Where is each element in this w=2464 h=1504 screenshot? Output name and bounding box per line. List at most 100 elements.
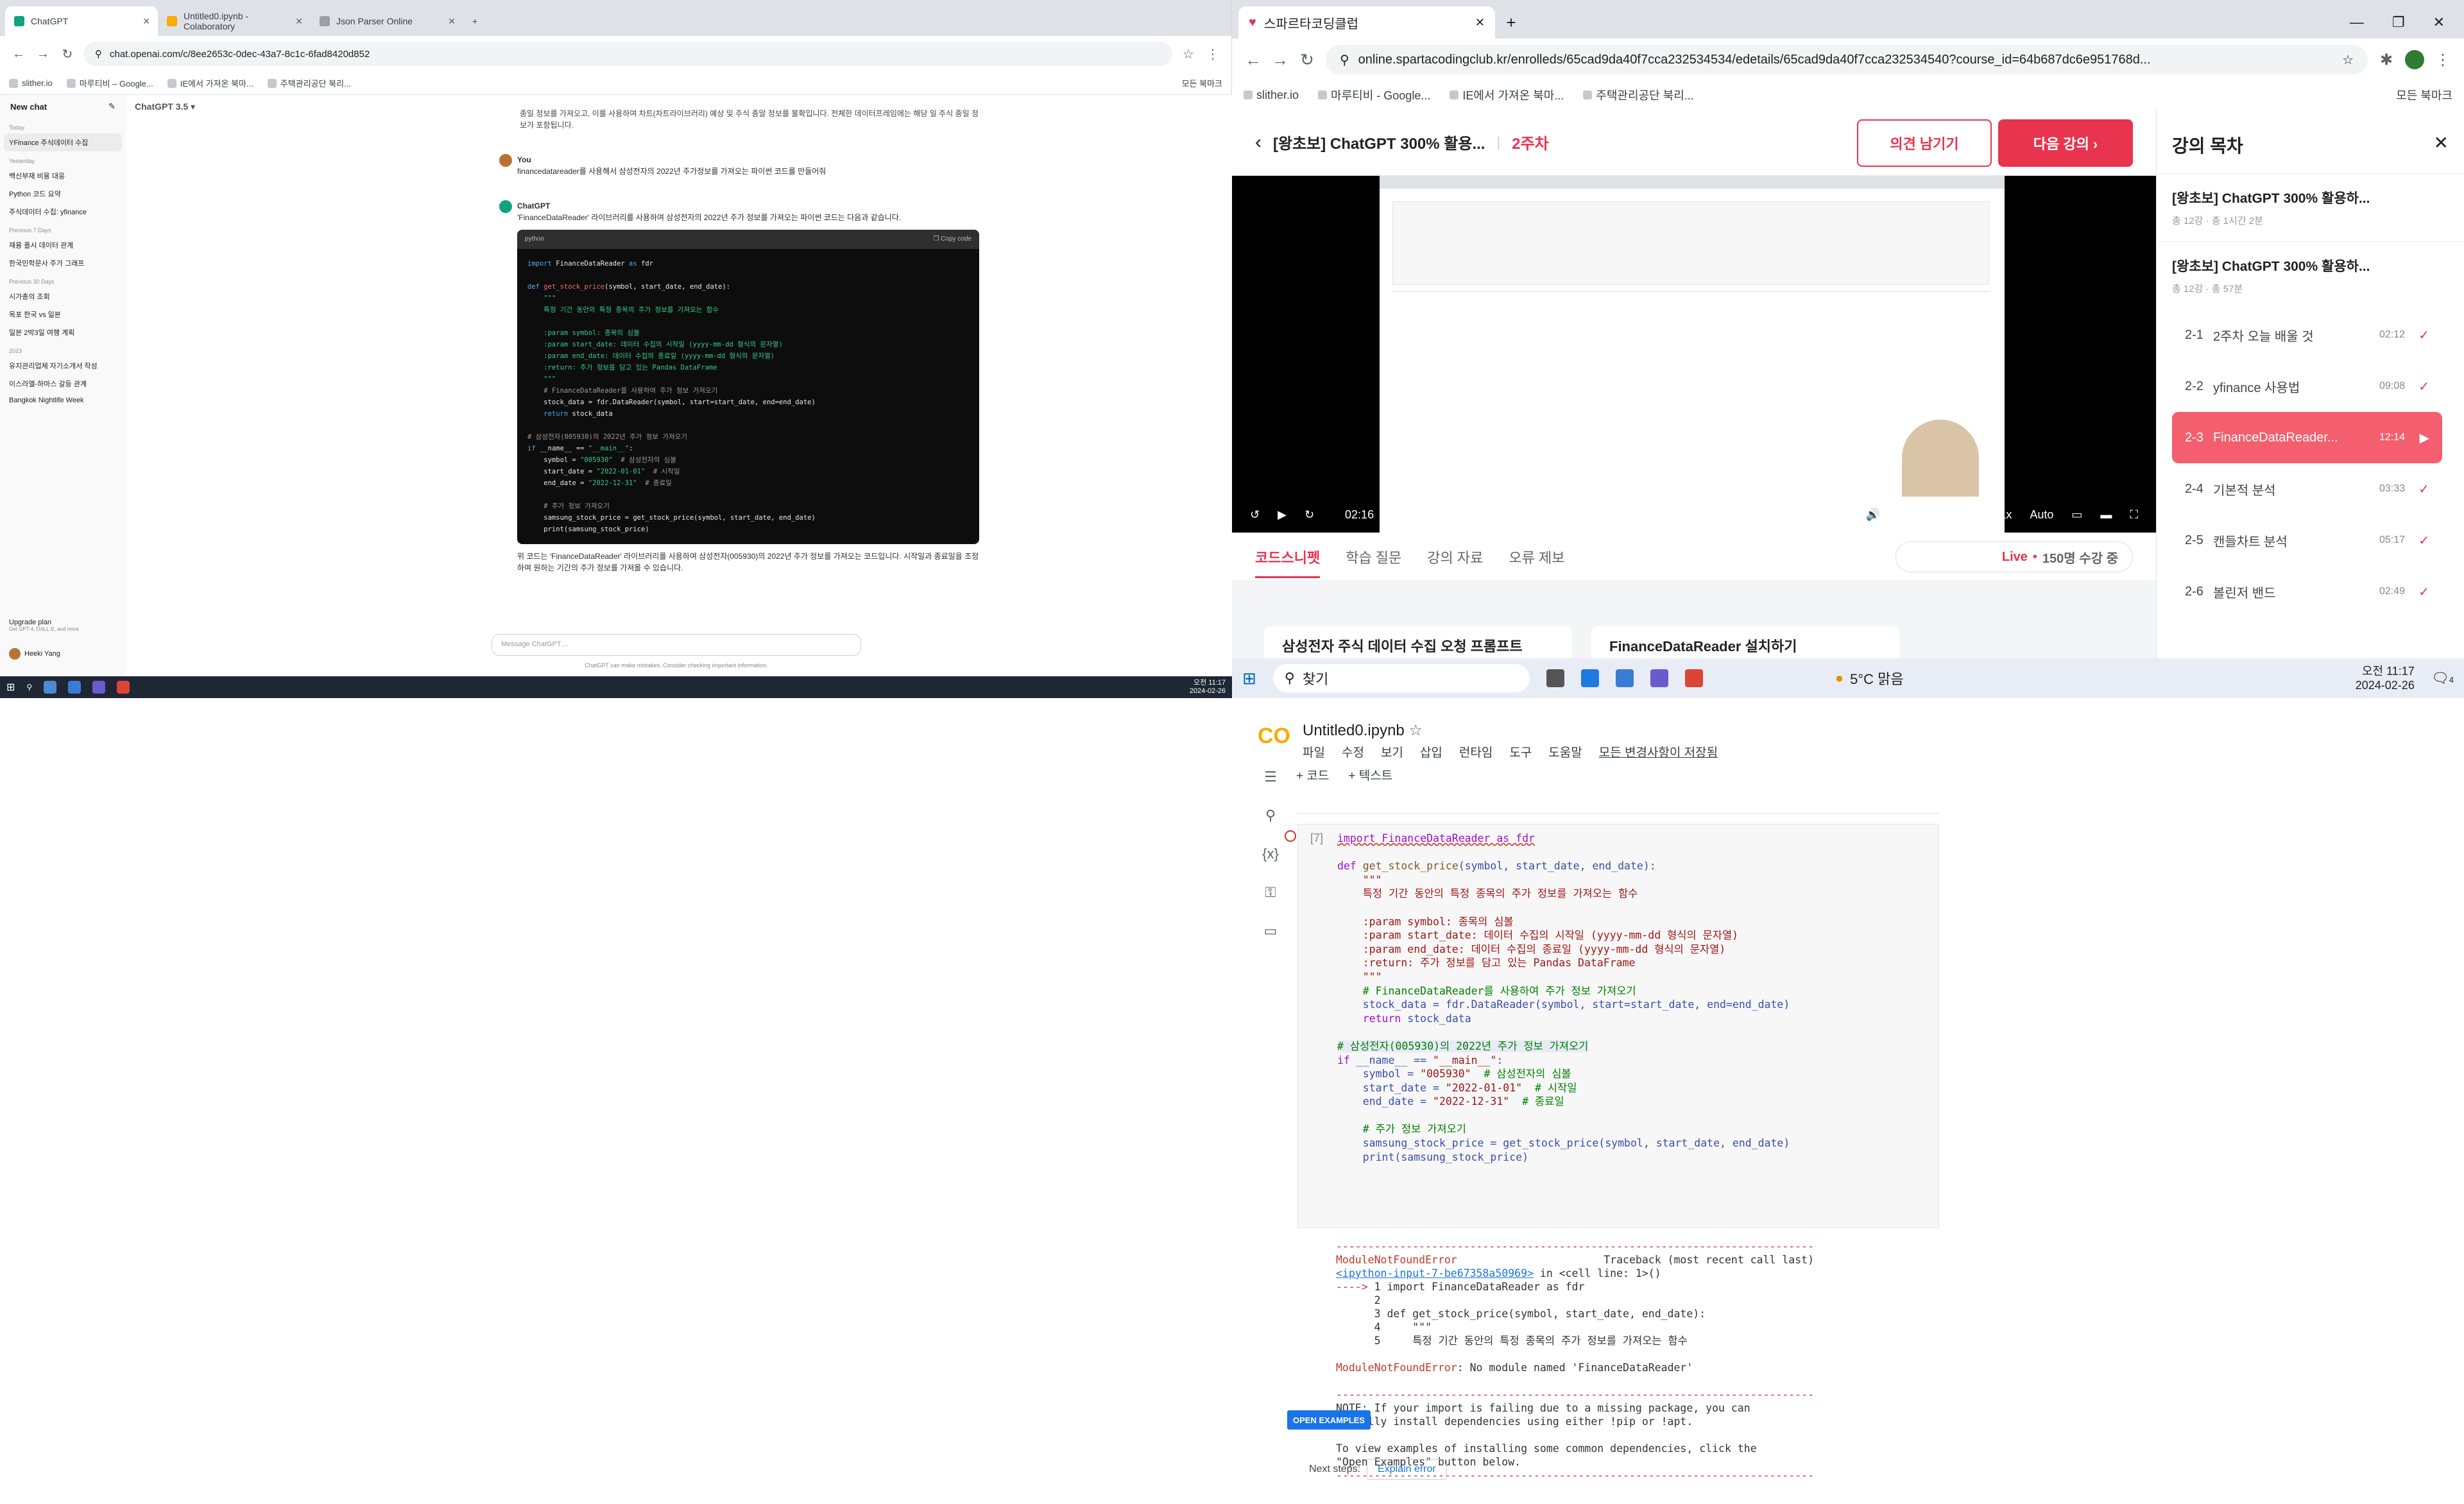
chat-item[interactable]: YFinance 주식데이터 수집 xyxy=(4,133,122,151)
volume-icon[interactable]: 🔊 xyxy=(1866,508,1880,522)
star-icon[interactable]: ☆ xyxy=(1408,722,1423,739)
menu-icon[interactable]: ⋮ xyxy=(1204,46,1221,62)
search-icon[interactable]: ⚲ xyxy=(26,683,32,692)
snippet-card[interactable]: FinanceDataReader 설치하기 xyxy=(1591,626,1899,658)
extensions-icon[interactable]: ✱ xyxy=(2378,51,2395,69)
bookmark-item[interactable]: 주택관리공단 북리... xyxy=(267,77,351,89)
address-bar[interactable]: ⚲ online.spartacodingclub.kr/enrolleds/65… xyxy=(1326,45,2368,74)
chat-item[interactable]: Python 코드 요약 xyxy=(0,185,126,203)
close-icon[interactable]: ✕ xyxy=(142,16,150,27)
bookmark-item[interactable]: slither.io xyxy=(9,78,53,88)
chat-item[interactable]: 한국민학문사 주가 그래프 xyxy=(0,254,126,272)
menu-tools[interactable]: 도구 xyxy=(1509,743,1532,760)
site-info-icon[interactable]: ⚲ xyxy=(95,48,102,60)
open-examples-button[interactable]: OPEN EXAMPLES xyxy=(1287,1410,1371,1430)
restore-icon[interactable]: ❐ xyxy=(2392,14,2405,31)
star-icon[interactable]: ☆ xyxy=(1180,46,1197,62)
lecture-item[interactable]: 2-1 2주차 오늘 배울 것 02:12 ✓ xyxy=(2172,309,2442,361)
lecture-item[interactable]: 2-5 캔들차트 분석 05:17 ✓ xyxy=(2172,515,2442,566)
chat-item[interactable]: 주식데이터 수집: yfinance xyxy=(0,203,126,221)
bookmark-item[interactable]: 주택관리공단 북리... xyxy=(1583,87,1694,103)
all-bookmarks[interactable]: 모든 북마크 xyxy=(2396,87,2452,103)
new-tab-button[interactable]: + xyxy=(1495,6,1527,38)
chat-item[interactable]: Bangkok Nightlife Week xyxy=(0,393,126,408)
reload-icon[interactable]: ↻ xyxy=(1299,50,1315,69)
clock[interactable]: 오전 11:17 2024-02-26 xyxy=(1190,679,1226,696)
next-lecture-button[interactable]: 다음 강의 › xyxy=(1998,119,2133,167)
task-view-icon[interactable] xyxy=(1546,669,1564,687)
snippet-card[interactable]: 삼성전자 주식 데이터 수집 오청 프롬프트 xyxy=(1264,626,1572,658)
model-selector[interactable]: ChatGPT 3.5 ▾ xyxy=(135,101,195,112)
store-icon[interactable] xyxy=(68,681,81,694)
site-info-icon[interactable]: ⚲ xyxy=(1340,52,1349,68)
volume-slider[interactable] xyxy=(1898,513,1982,516)
subtitle-icon[interactable]: ▭ xyxy=(2071,508,2082,522)
chat-item[interactable]: 재용 플시 데이터 관계 xyxy=(0,236,126,254)
star-icon[interactable]: ☆ xyxy=(2342,52,2354,68)
rewind-icon[interactable]: ↺ xyxy=(1250,508,1260,522)
menu-view[interactable]: 보기 xyxy=(1381,743,1403,760)
menu-help[interactable]: 도움말 xyxy=(1548,743,1582,760)
chat-item[interactable]: 시가총의 조회 xyxy=(0,287,126,305)
tab-chatgpt[interactable]: ChatGPT ✕ xyxy=(5,6,158,36)
lecture-item[interactable]: 2-2 yfinance 사용법 09:08 ✓ xyxy=(2172,361,2442,412)
colab-logo-icon[interactable]: CO xyxy=(1258,724,1290,749)
copy-code-button[interactable]: ❐ Copy code xyxy=(933,234,971,245)
menu-runtime[interactable]: 런타임 xyxy=(1459,743,1493,760)
previous-cell[interactable] xyxy=(1297,788,1939,814)
feedback-button[interactable]: 의견 남기기 xyxy=(1857,119,1992,167)
app-icon[interactable] xyxy=(1650,669,1668,687)
app-icon[interactable] xyxy=(92,681,106,694)
key-icon[interactable]: ⚿ xyxy=(1265,884,1276,901)
add-text-button[interactable]: + 텍스트 xyxy=(1348,766,1392,783)
quality-button[interactable]: Auto xyxy=(2030,508,2053,522)
minimize-icon[interactable]: — xyxy=(2350,14,2364,31)
chat-item[interactable]: 백신부재 비용 대응 xyxy=(0,167,126,185)
new-tab-button[interactable]: + xyxy=(463,6,489,36)
chat-item[interactable]: 이스라엘-하마스 갈등 관계 xyxy=(0,375,126,393)
close-icon[interactable]: ✕ xyxy=(448,16,456,27)
error-icon[interactable] xyxy=(1285,830,1296,842)
profile-avatar[interactable] xyxy=(2405,50,2424,69)
tab-json-parser[interactable]: Json Parser Online ✕ xyxy=(311,6,463,36)
lecture-item-active[interactable]: 2-3 FinanceDataReader... 12:14 ▶ xyxy=(2172,412,2442,463)
weather-widget[interactable]: ● 5°C 맑음 xyxy=(1835,668,1904,688)
lecture-item[interactable]: 2-4 기본적 분석 03:33 ✓ xyxy=(2172,463,2442,515)
course-section[interactable]: [왕초보] ChatGPT 300% 활용하... 총 12강 · 총 57분 xyxy=(2157,241,2464,309)
clock[interactable]: 오전 11:17 2024-02-26 xyxy=(2356,664,2415,692)
add-code-button[interactable]: + 코드 xyxy=(1296,766,1329,783)
play-icon[interactable]: ▶ xyxy=(1278,508,1287,522)
back-arrow-icon[interactable]: ‹ xyxy=(1255,132,1262,153)
menu-icon[interactable]: ⋮ xyxy=(2434,51,2451,69)
reload-icon[interactable]: ↻ xyxy=(59,46,76,62)
bookmark-item[interactable]: 마루티비 - Google... xyxy=(1318,87,1430,103)
save-status[interactable]: 모든 변경사항이 저장됨 xyxy=(1599,743,1718,760)
course-section[interactable]: [왕초보] ChatGPT 300% 활용하... 총 12강 · 총 1시간 … xyxy=(2157,173,2464,241)
bookmark-item[interactable]: IE에서 가져온 북마... xyxy=(1450,87,1564,103)
new-chat-button[interactable]: New chat ✎ xyxy=(0,95,126,118)
notification-icon[interactable]: 🗨4 xyxy=(2431,670,2454,687)
tab-questions[interactable]: 학습 질문 xyxy=(1346,547,1401,567)
menu-edit[interactable]: 수정 xyxy=(1342,743,1364,760)
chat-item[interactable]: 일본 2박3일 여행 계획 xyxy=(0,323,126,341)
toc-icon[interactable]: ☰ xyxy=(1264,769,1277,785)
tab-materials[interactable]: 강의 자료 xyxy=(1427,547,1483,567)
menu-insert[interactable]: 삽입 xyxy=(1420,743,1442,760)
folder-icon[interactable]: ▭ xyxy=(1264,923,1278,939)
explain-error-button[interactable]: Explain error xyxy=(1367,1459,1447,1480)
lecture-item[interactable]: 2-6 볼린저 밴드 02:49 ✓ xyxy=(2172,566,2442,617)
tab-colab[interactable]: Untitled0.ipynb - Colaboratory ✕ xyxy=(158,6,311,36)
windows-start-icon[interactable]: ⊞ xyxy=(1242,669,1256,688)
forward-icon[interactable]: → xyxy=(1272,50,1288,69)
address-bar[interactable]: ⚲ chat.openai.com/c/8ee2653c-0dec-43a7-8c… xyxy=(83,42,1172,66)
close-icon[interactable]: ✕ xyxy=(2434,132,2449,153)
back-icon[interactable]: ← xyxy=(10,46,27,62)
store-icon[interactable] xyxy=(1615,669,1634,687)
user-profile[interactable]: Heeki Yang xyxy=(9,648,60,660)
chrome-icon[interactable] xyxy=(117,681,130,694)
message-input[interactable]: Message ChatGPT… xyxy=(492,634,861,656)
back-icon[interactable]: ← xyxy=(1245,50,1262,69)
bookmark-item[interactable]: slither.io xyxy=(1244,89,1299,102)
upgrade-plan[interactable]: Upgrade plan Get GPT-4, DALL·E, and more xyxy=(9,619,79,632)
tab-code-snippet[interactable]: 코드스니펫 xyxy=(1255,547,1321,578)
